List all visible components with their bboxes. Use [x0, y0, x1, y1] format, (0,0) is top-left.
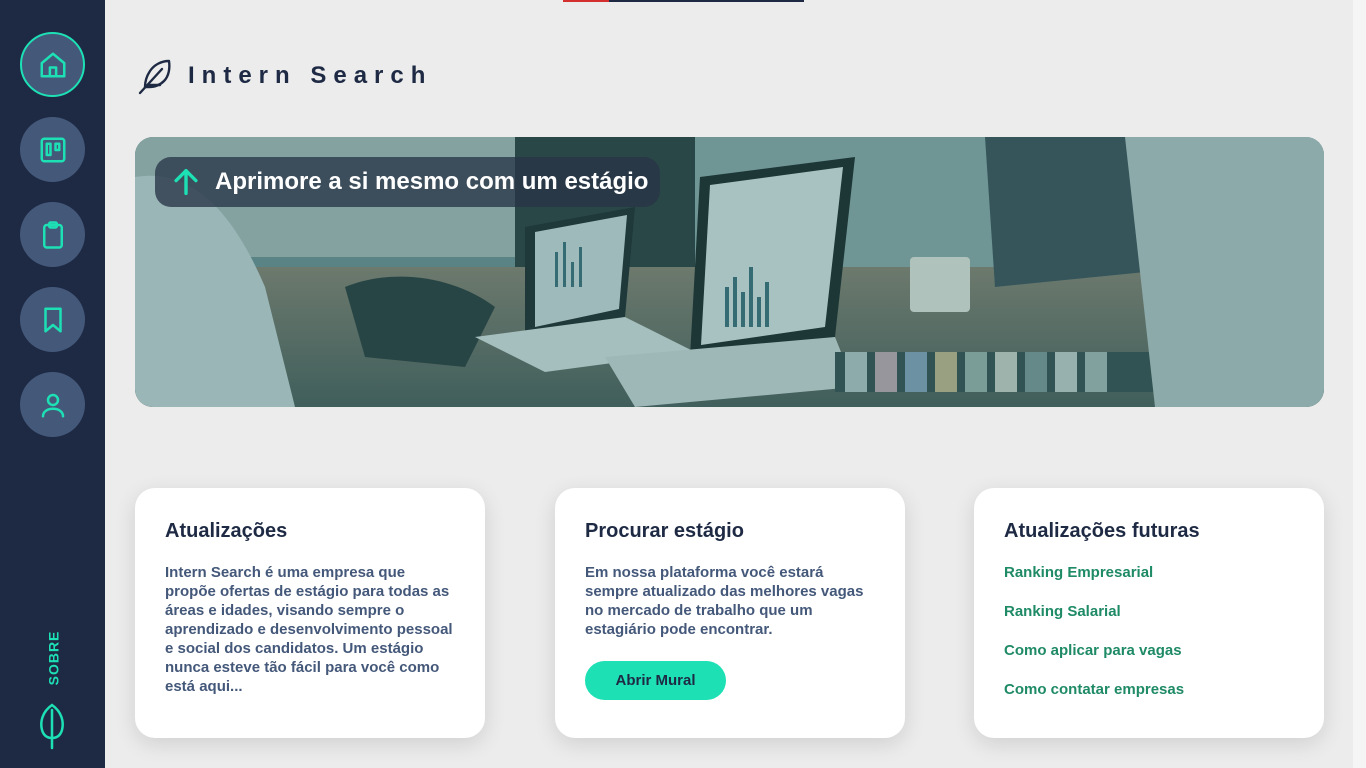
open-board-button[interactable]: Abrir Mural: [585, 661, 726, 700]
future-links-list: Ranking Empresarial Ranking Salarial Com…: [1004, 563, 1294, 699]
hero-headline-pill: Aprimore a si mesmo com um estágio: [155, 157, 661, 207]
updates-card: Atualizações Intern Search é uma empresa…: [135, 488, 485, 738]
board-icon: [40, 137, 65, 162]
sidebar: SOBRE: [0, 0, 105, 768]
arrow-up-icon: [174, 168, 198, 196]
page-title: Intern Search: [188, 62, 433, 89]
clipboard-icon: [42, 220, 63, 249]
future-updates-card: Atualizações futuras Ranking Empresarial…: [974, 488, 1324, 738]
nav-board-button[interactable]: [20, 117, 85, 182]
search-internship-card: Procurar estágio Em nossa plataforma voc…: [555, 488, 905, 738]
about-link[interactable]: SOBRE: [38, 628, 68, 688]
future-card-title: Atualizações futuras: [1004, 520, 1200, 542]
leaf-logo-icon: [40, 703, 64, 750]
updates-card-body: Intern Search é uma empresa que propõe o…: [165, 564, 453, 695]
updates-card-title: Atualizações: [165, 520, 288, 542]
link-contact-companies[interactable]: Como contatar empresas: [1004, 680, 1294, 699]
feather-icon: [138, 59, 171, 95]
top-progress-line: [563, 0, 804, 2]
home-icon: [40, 52, 65, 77]
search-card-body: Em nossa plataforma você estará sempre a…: [585, 564, 864, 638]
nav-bookmark-button[interactable]: [20, 287, 85, 352]
nav-profile-button[interactable]: [20, 372, 85, 437]
nav-clipboard-button[interactable]: [20, 202, 85, 267]
scrollbar[interactable]: [1353, 0, 1366, 768]
nav-home-button[interactable]: [20, 32, 85, 97]
bookmark-icon: [43, 307, 62, 332]
hero-banner: Aprimore a si mesmo com um estágio: [135, 137, 1324, 407]
about-label: SOBRE: [45, 630, 62, 686]
link-ranking-salarial[interactable]: Ranking Salarial: [1004, 602, 1294, 621]
user-icon: [41, 393, 64, 417]
brand: Intern Search: [136, 56, 432, 96]
hero-headline: Aprimore a si mesmo com um estágio: [215, 168, 649, 195]
search-card-title: Procurar estágio: [585, 520, 744, 542]
link-how-to-apply[interactable]: Como aplicar para vagas: [1004, 641, 1294, 660]
link-ranking-empresarial[interactable]: Ranking Empresarial: [1004, 563, 1294, 582]
